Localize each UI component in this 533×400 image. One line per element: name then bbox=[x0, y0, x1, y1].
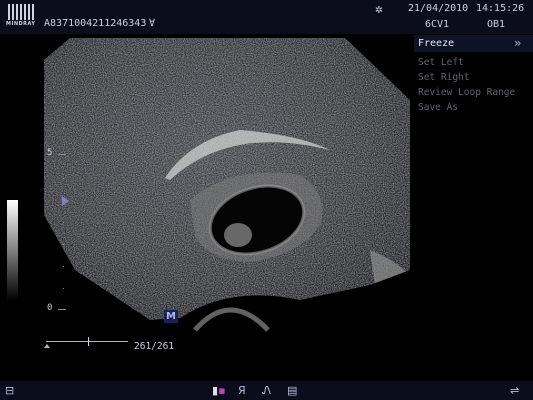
double-chevron-right-icon[interactable]: » bbox=[514, 36, 521, 50]
freeze-menu-title: Freeze bbox=[418, 38, 455, 49]
depth-label-0: 0 bbox=[47, 303, 53, 313]
L-icon[interactable]: Ꮑ bbox=[262, 384, 271, 398]
cine-knob[interactable] bbox=[88, 337, 89, 346]
report-icon[interactable]: ▤ bbox=[287, 384, 297, 397]
m-marker-badge: M bbox=[164, 310, 178, 323]
focus-marker-icon[interactable] bbox=[62, 196, 69, 206]
freeze-menu-header: Freeze » bbox=[414, 35, 533, 52]
panel-icon[interactable]: ⊟ bbox=[5, 384, 14, 397]
menu-item-set-right[interactable]: Set Right bbox=[418, 72, 469, 83]
freeze-menu: Freeze » Set Left Set Right Review Loop … bbox=[414, 35, 533, 120]
cine-start-marker-icon bbox=[44, 344, 50, 348]
usb-icon: ⇌ bbox=[510, 384, 520, 397]
menu-item-set-left[interactable]: Set Left bbox=[418, 57, 464, 68]
R-icon[interactable]: Я bbox=[238, 384, 246, 397]
echo-arc bbox=[193, 307, 270, 332]
menu-item-save-as[interactable]: Save As bbox=[418, 102, 458, 113]
frame-counter: 261/261 bbox=[134, 341, 175, 352]
bottom-status-bar: ⊟ ▮▪ Я Ꮑ ▤ ⇌ bbox=[0, 381, 533, 400]
cine-slider[interactable] bbox=[44, 336, 132, 350]
depth-label-5: 5 bbox=[47, 148, 53, 158]
bodymark-icon[interactable]: ▮▪ bbox=[212, 384, 226, 397]
cine-track bbox=[46, 341, 128, 342]
grayscale-bar bbox=[7, 200, 18, 300]
scan-sector bbox=[44, 38, 410, 320]
menu-item-review-loop-range[interactable]: Review Loop Range bbox=[418, 87, 515, 98]
